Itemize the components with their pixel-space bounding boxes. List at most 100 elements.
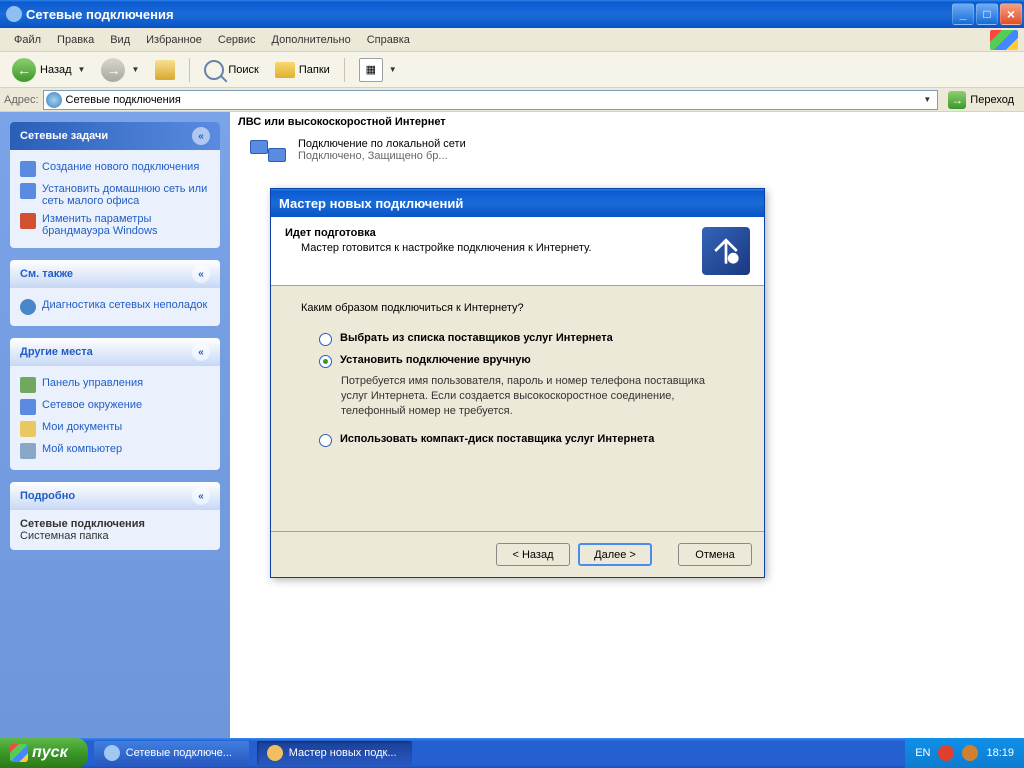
start-label: пуск xyxy=(32,744,68,762)
go-button[interactable]: → Переход xyxy=(942,91,1020,109)
forward-icon: → xyxy=(101,58,125,82)
connection-wizard-icon xyxy=(702,227,750,275)
network-icon xyxy=(20,183,36,199)
maximize-button[interactable]: □ xyxy=(976,3,998,25)
other-label: Мои документы xyxy=(42,421,122,433)
connection-item[interactable]: Подключение по локальной сети Подключено… xyxy=(230,132,1024,180)
language-indicator[interactable]: EN xyxy=(915,747,930,759)
see-also-diagnostics[interactable]: Диагностика сетевых неполадок xyxy=(20,296,210,318)
task-home-network[interactable]: Установить домашнюю сеть или сеть малого… xyxy=(20,180,210,210)
search-icon xyxy=(204,60,224,80)
menu-service[interactable]: Сервис xyxy=(210,32,264,48)
panel-see-also-header[interactable]: См. также « xyxy=(10,260,220,288)
views-button[interactable]: ▦ ▼ xyxy=(353,56,403,84)
search-button[interactable]: Поиск xyxy=(198,58,264,82)
radio-icon-selected xyxy=(319,355,332,368)
radio-option-manual[interactable]: Установить подключение вручную xyxy=(301,350,734,372)
taskbar: пуск Сетевые подключе... Мастер новых по… xyxy=(0,738,1024,768)
back-icon: ← xyxy=(12,58,36,82)
sidebar: Сетевые задачи « Создание нового подключ… xyxy=(0,112,230,738)
app-icon xyxy=(6,6,22,22)
windows-logo-icon xyxy=(10,744,28,762)
cancel-button[interactable]: Отмена xyxy=(678,543,752,566)
radio-option-cd[interactable]: Использовать компакт-диск поставщика усл… xyxy=(301,429,734,451)
details-name: Сетевые подключения xyxy=(20,518,210,530)
address-input[interactable]: Сетевые подключения ▼ xyxy=(43,90,939,110)
menubar: Файл Правка Вид Избранное Сервис Дополни… xyxy=(0,28,1024,52)
menu-view[interactable]: Вид xyxy=(102,32,138,48)
minimize-button[interactable]: _ xyxy=(952,3,974,25)
radio-label: Установить подключение вручную xyxy=(340,354,531,366)
task-label: Мастер новых подк... xyxy=(289,747,397,759)
chevron-down-icon: ▼ xyxy=(389,65,397,74)
taskbar-item-wizard[interactable]: Мастер новых подк... xyxy=(257,741,412,765)
radio-description: Потребуется имя пользователя, пароль и н… xyxy=(301,372,734,429)
category-header: ЛВС или высокоскоростной Интернет xyxy=(230,112,1024,132)
radio-label: Использовать компакт-диск поставщика усл… xyxy=(340,433,654,445)
panel-details: Подробно « Сетевые подключения Системная… xyxy=(10,482,220,550)
radio-option-isp-list[interactable]: Выбрать из списка поставщиков услуг Инте… xyxy=(301,328,734,350)
other-my-computer[interactable]: Мой компьютер xyxy=(20,440,210,462)
radio-icon xyxy=(319,434,332,447)
back-button[interactable]: ← Назад ▼ xyxy=(6,56,91,84)
other-control-panel[interactable]: Панель управления xyxy=(20,374,210,396)
next-button[interactable]: Далее > xyxy=(578,543,652,566)
menu-file[interactable]: Файл xyxy=(6,32,49,48)
info-icon xyxy=(20,299,36,315)
wizard-titlebar[interactable]: Мастер новых подключений xyxy=(271,189,764,217)
other-network-places[interactable]: Сетевое окружение xyxy=(20,396,210,418)
computer-icon xyxy=(20,443,36,459)
folders-button[interactable]: Папки xyxy=(269,60,336,80)
menu-extra[interactable]: Дополнительно xyxy=(264,32,359,48)
address-label: Адрес: xyxy=(4,94,39,106)
views-icon: ▦ xyxy=(359,58,383,82)
wizard-header: Идет подготовка Мастер готовится к настр… xyxy=(271,217,764,286)
see-also-label: Диагностика сетевых неполадок xyxy=(42,299,207,311)
task-firewall[interactable]: Изменить параметры брандмауэра Windows xyxy=(20,210,210,240)
wizard-question: Каким образом подключиться к Интернету? xyxy=(301,302,734,314)
panel-tasks-header[interactable]: Сетевые задачи « xyxy=(10,122,220,150)
radio-icon xyxy=(319,333,332,346)
start-button[interactable]: пуск xyxy=(0,738,88,768)
connection-name: Подключение по локальной сети xyxy=(298,138,466,150)
wizard-title: Мастер новых подключений xyxy=(279,196,463,211)
panel-details-header[interactable]: Подробно « xyxy=(10,482,220,510)
back-label: Назад xyxy=(40,64,72,76)
task-label: Установить домашнюю сеть или сеть малого… xyxy=(42,183,210,207)
task-label: Изменить параметры брандмауэра Windows xyxy=(42,213,210,237)
address-text: Сетевые подключения xyxy=(66,94,916,106)
panel-title: Сетевые задачи xyxy=(20,130,108,142)
panel-other-places: Другие места « Панель управления Сетевое… xyxy=(10,338,220,470)
address-bar: Адрес: Сетевые подключения ▼ → Переход xyxy=(0,88,1024,112)
forward-button[interactable]: → ▼ xyxy=(95,56,145,84)
task-label: Создание нового подключения xyxy=(42,161,199,173)
back-button[interactable]: < Назад xyxy=(496,543,570,566)
shield-icon[interactable] xyxy=(938,745,954,761)
go-icon: → xyxy=(948,91,966,109)
wizard-icon xyxy=(20,161,36,177)
folders-label: Папки xyxy=(299,64,330,76)
system-tray: EN 18:19 xyxy=(905,738,1024,768)
chevron-down-icon[interactable]: ▼ xyxy=(919,95,935,104)
titlebar: Сетевые подключения _ □ × xyxy=(0,0,1024,28)
other-my-documents[interactable]: Мои документы xyxy=(20,418,210,440)
wizard-footer: < Назад Далее > Отмена xyxy=(271,531,764,577)
window-title: Сетевые подключения xyxy=(26,7,950,22)
taskbar-item-network[interactable]: Сетевые подключе... xyxy=(94,741,249,765)
task-label: Сетевые подключе... xyxy=(126,747,232,759)
menu-favorites[interactable]: Избранное xyxy=(138,32,210,48)
up-button[interactable] xyxy=(149,58,181,82)
go-label: Переход xyxy=(970,94,1014,106)
wizard-heading: Идет подготовка xyxy=(285,227,702,239)
close-button[interactable]: × xyxy=(1000,3,1022,25)
volume-icon[interactable] xyxy=(962,745,978,761)
firewall-icon xyxy=(20,213,36,229)
network-places-icon xyxy=(20,399,36,415)
collapse-icon: « xyxy=(192,343,210,361)
wizard-body: Каким образом подключиться к Интернету? … xyxy=(271,286,764,531)
task-new-connection[interactable]: Создание нового подключения xyxy=(20,158,210,180)
panel-other-header[interactable]: Другие места « xyxy=(10,338,220,366)
clock[interactable]: 18:19 xyxy=(986,747,1014,759)
menu-help[interactable]: Справка xyxy=(359,32,418,48)
menu-edit[interactable]: Правка xyxy=(49,32,102,48)
